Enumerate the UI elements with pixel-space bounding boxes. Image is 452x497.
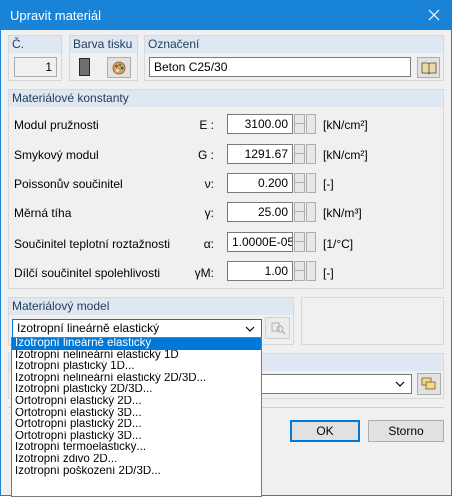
expand-arrow-button[interactable] [306, 144, 316, 164]
windows-icon [421, 377, 436, 390]
list-item[interactable]: Ortotropní elastický 2D... [12, 396, 261, 408]
list-item[interactable]: Izotropní zdivo 2D... [12, 454, 261, 466]
lower-edit-button[interactable] [417, 373, 441, 395]
expand-arrow-button[interactable] [306, 114, 316, 134]
constant-symbol: E : [199, 118, 214, 132]
constant-symbol: ν: [204, 177, 214, 191]
constant-label: Dílčí součinitel spolehlivosti [14, 266, 161, 280]
chevron-down-icon [245, 326, 255, 332]
cancel-button[interactable]: Storno [368, 420, 444, 442]
magnifier-icon [271, 322, 285, 335]
designation-label: Označení [145, 36, 443, 53]
print-color-label: Barva tisku [70, 36, 137, 53]
list-item[interactable]: Ortotropní plastický 3D... [12, 431, 261, 443]
material-model-select[interactable]: Izotropní lineárně elastický [12, 319, 262, 338]
material-library-button[interactable] [417, 57, 440, 78]
expand-arrow-button[interactable] [306, 202, 316, 222]
ok-button[interactable]: OK [290, 420, 360, 442]
constant-unit: [kN/m³] [323, 206, 362, 220]
edit-material-dialog: Upravit materiál Č. 1 Barva tisku Označe… [0, 0, 452, 497]
constant-unit: [-] [323, 266, 334, 280]
constant-label: Součinitel teplotní roztažnosti [14, 237, 171, 251]
close-button[interactable] [417, 1, 451, 30]
palette-icon [112, 61, 126, 75]
list-item[interactable]: Ortotropní plastický 2D... [12, 419, 261, 431]
expand-arrow-button[interactable] [306, 173, 316, 193]
constant-label: Poissonův součinitel [14, 177, 123, 191]
number-label: Č. [9, 36, 61, 53]
material-model-dropdown: Izotropní lineárně elastický Izotropní n… [11, 337, 262, 497]
constant-unit: [1/°C] [323, 237, 354, 251]
number-field: 1 [14, 57, 57, 77]
color-picker-button[interactable] [107, 57, 131, 78]
shear-modulus-input[interactable]: 1291.67 [227, 144, 293, 164]
list-item[interactable]: Ortotropní elastický 3D... [12, 408, 261, 420]
constant-symbol: α: [203, 237, 214, 251]
list-item[interactable]: Izotropní plastický 2D/3D... [12, 384, 261, 396]
constant-unit: [kN/cm²] [323, 118, 368, 132]
number-panel: Č. 1 [8, 35, 62, 81]
poisson-ratio-input[interactable]: 0.200 [227, 173, 293, 193]
book-icon [421, 62, 436, 75]
material-constants-heading: Materiálové konstanty [9, 90, 443, 107]
expand-arrow-button[interactable] [306, 232, 316, 252]
expand-arrow-button[interactable] [306, 261, 316, 281]
designation-panel: Označení Beton C25/30 [144, 35, 444, 81]
spin-button[interactable] [294, 173, 305, 193]
color-swatch [79, 58, 90, 76]
list-item[interactable]: Izotropní plastický 1D... [12, 361, 261, 373]
elastic-modulus-input[interactable]: 3100.00 [227, 114, 293, 134]
constant-symbol: G : [197, 148, 214, 162]
constant-symbol: γ: [204, 206, 214, 220]
constant-unit: [kN/cm²] [323, 148, 368, 162]
spin-button[interactable] [294, 261, 305, 281]
thermal-expansion-input[interactable]: 1.0000E-05 [227, 232, 293, 252]
spin-button[interactable] [294, 144, 305, 164]
window-title: Upravit materiál [10, 8, 102, 23]
constant-symbol: γM: [194, 266, 214, 280]
title-bar: Upravit materiál [1, 1, 451, 30]
list-item[interactable]: Izotropní lineárně elastický [12, 338, 261, 350]
partial-safety-factor-input[interactable]: 1.00 [227, 261, 293, 281]
spin-button[interactable] [294, 232, 305, 252]
list-item[interactable]: Izotropní nelineární elastický 1D [12, 350, 261, 362]
constant-unit: [-] [323, 177, 334, 191]
constant-label: Měrná tíha [14, 206, 72, 220]
spin-button[interactable] [294, 202, 305, 222]
designation-field[interactable]: Beton C25/30 [149, 57, 411, 77]
model-details-button[interactable] [265, 317, 290, 339]
print-color-panel: Barva tisku [69, 35, 138, 81]
spin-button[interactable] [294, 114, 305, 134]
close-icon [428, 9, 440, 21]
list-item[interactable]: Izotropní poškození 2D/3D... [12, 466, 261, 478]
specific-weight-input[interactable]: 25.00 [227, 202, 293, 222]
constant-label: Smykový modul [14, 148, 99, 162]
constant-label: Modul pružnosti [14, 118, 99, 132]
list-item[interactable]: Izotropní termoelastický... [12, 442, 261, 454]
list-item[interactable]: Izotropní nelineární elastický 2D/3D... [12, 373, 261, 385]
material-model-selected: Izotropní lineárně elastický [17, 321, 160, 335]
chevron-down-icon [395, 381, 405, 387]
model-preview-panel [301, 297, 444, 345]
material-model-heading: Materiálový model [9, 298, 293, 315]
